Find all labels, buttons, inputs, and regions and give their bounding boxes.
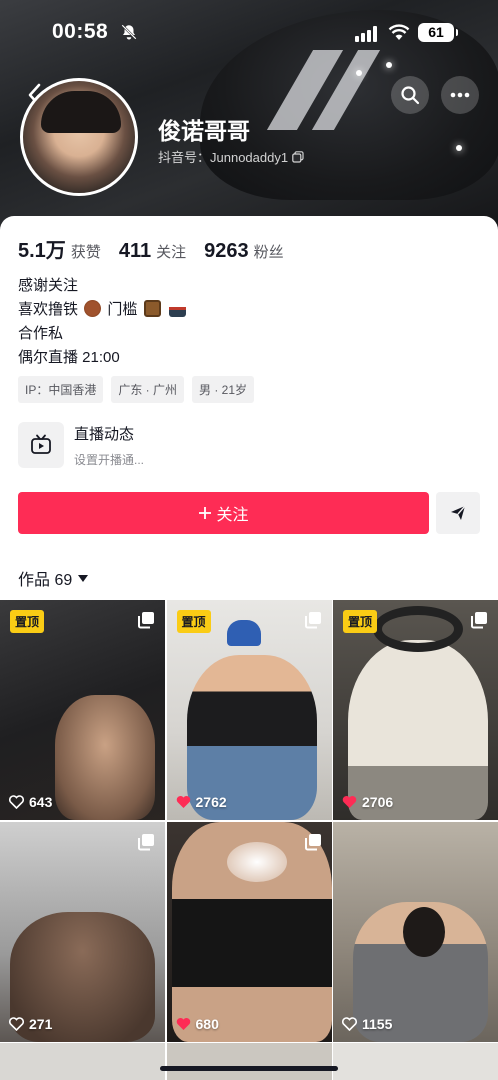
ship-emoji-icon <box>168 300 186 317</box>
multi-image-icon <box>471 612 487 629</box>
profile-nickname: 俊诺哥哥 <box>158 118 250 144</box>
signal-icon <box>355 26 377 42</box>
search-icon <box>401 86 420 105</box>
like-count: 271 <box>9 1016 52 1032</box>
multi-image-icon <box>304 612 321 629</box>
more-button[interactable] <box>441 76 479 114</box>
pinned-badge: 置顶 <box>10 610 45 633</box>
video-thumbnail[interactable]: 680 <box>166 821 332 1042</box>
douyin-id[interactable]: 抖音号：Junnodaddy1 <box>158 147 304 166</box>
like-count: 2706 <box>342 794 393 810</box>
status-bar: 00:58 61 <box>0 0 498 66</box>
share-button[interactable] <box>436 492 480 534</box>
video-thumbnail[interactable]: 1155 <box>333 821 498 1042</box>
follow-label: 关注 <box>216 507 249 524</box>
stat-likes[interactable]: 5.1万 获赞 <box>18 234 101 263</box>
tag-gender-age: 男 · 21岁 <box>192 376 255 403</box>
multi-image-icon <box>138 612 154 629</box>
multi-image-icon <box>138 833 154 850</box>
multi-image-icon <box>304 833 321 850</box>
live-tv-icon <box>18 422 64 468</box>
door-emoji-icon <box>143 300 161 317</box>
douyin-id-text: 抖音号：Junnodaddy1 <box>158 150 289 165</box>
video-thumbnail[interactable] <box>0 1043 165 1080</box>
heart-icon <box>176 1017 190 1030</box>
heart-icon <box>176 796 190 808</box>
works-tab[interactable]: 作品 69 <box>18 566 89 590</box>
video-grid: 置顶 643 置顶 2762 置顶 2706 271 680 1155 <box>0 600 498 1080</box>
heart-icon <box>9 1016 24 1031</box>
profile-tags: IP：中国香港 广东 · 广州 男 · 21岁 <box>18 376 255 403</box>
tag-ip: IP：中国香港 <box>18 376 104 403</box>
like-count: 2762 <box>176 794 227 810</box>
status-time: 00:58 <box>52 20 109 43</box>
stat-followers[interactable]: 9263 粉丝 <box>204 240 284 263</box>
share-icon <box>451 505 466 520</box>
chevron-down-icon <box>78 574 89 582</box>
pinned-badge: 置顶 <box>343 610 378 633</box>
profile-stats: 5.1万 获赞 411 关注 9263 粉丝 <box>18 234 284 263</box>
like-count: 680 <box>176 1016 219 1032</box>
home-indicator[interactable] <box>160 1066 338 1071</box>
works-label: 作品 69 <box>18 572 73 589</box>
more-icon <box>450 92 470 98</box>
football-emoji-icon <box>84 300 102 317</box>
follow-button[interactable]: 关注 <box>18 492 429 534</box>
bell-slash-icon <box>121 24 137 40</box>
like-count: 643 <box>9 794 52 810</box>
heart-icon <box>342 796 357 808</box>
profile-bio: 感谢关注 喜欢撸铁 门槛 合作私 偶尔直播 21:00 <box>18 274 188 370</box>
heart-icon <box>9 795 24 809</box>
live-subtitle: 设置开播通... <box>74 452 145 467</box>
stat-following[interactable]: 411 关注 <box>119 240 186 263</box>
video-thumbnail[interactable] <box>166 1043 332 1080</box>
like-count: 1155 <box>342 1016 392 1032</box>
copy-icon[interactable] <box>292 150 304 163</box>
video-thumbnail[interactable]: 置顶 643 <box>0 600 165 820</box>
search-button[interactable] <box>391 76 429 114</box>
video-thumbnail[interactable] <box>333 1043 498 1080</box>
heart-icon <box>342 1016 357 1031</box>
plus-icon <box>199 507 212 519</box>
wifi-icon <box>388 24 410 40</box>
live-title: 直播动态 <box>74 425 135 443</box>
video-thumbnail[interactable]: 置顶 2762 <box>166 600 332 820</box>
tag-location: 广东 · 广州 <box>111 376 185 403</box>
live-updates-entry[interactable]: 直播动态 设置开播通... <box>18 422 144 468</box>
battery-indicator: 61 <box>418 23 458 42</box>
video-thumbnail[interactable]: 置顶 2706 <box>333 600 498 820</box>
pinned-badge: 置顶 <box>176 610 211 633</box>
avatar[interactable] <box>20 78 138 196</box>
video-thumbnail[interactable]: 271 <box>0 821 165 1042</box>
